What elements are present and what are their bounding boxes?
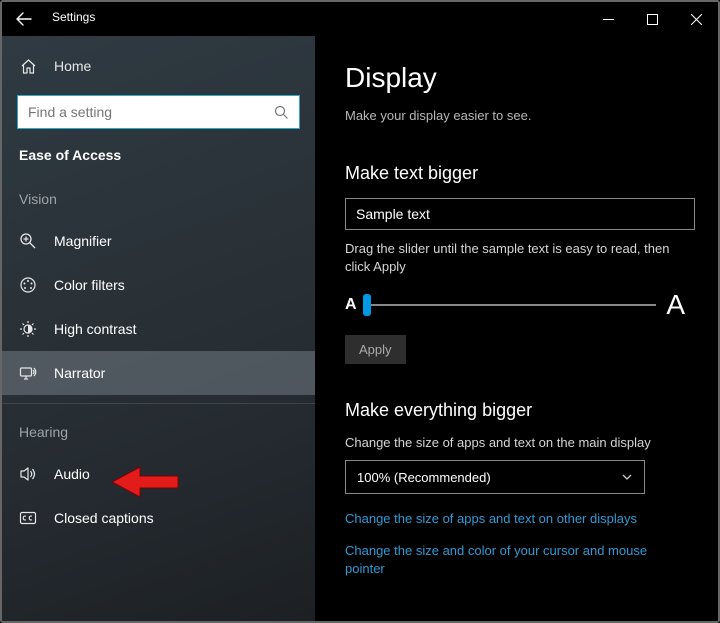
apply-button[interactable]: Apply: [345, 335, 406, 364]
window-title: Settings: [52, 10, 95, 24]
sidebar-section-title: Ease of Access: [2, 129, 315, 163]
sidebar-item-magnifier[interactable]: Magnifier: [2, 219, 315, 263]
scale-description: Change the size of apps and text on the …: [345, 435, 696, 450]
dropdown-value: 100% (Recommended): [357, 470, 491, 485]
magnifier-icon: [19, 232, 37, 250]
sidebar-category-hearing: Hearing: [2, 406, 315, 452]
sidebar-divider: [2, 403, 315, 404]
link-other-displays[interactable]: Change the size of apps and text on othe…: [345, 510, 690, 528]
search-container: [17, 95, 300, 129]
slider-min-label: A: [345, 296, 357, 314]
slider-max-label: A: [666, 289, 685, 321]
chevron-down-icon: [621, 471, 633, 483]
text-size-slider[interactable]: [367, 304, 657, 306]
close-icon: [691, 14, 702, 25]
link-cursor-size[interactable]: Change the size and color of your cursor…: [345, 542, 690, 578]
audio-icon: [19, 465, 37, 483]
titlebar-left: Settings: [2, 2, 95, 36]
sidebar-item-label: Home: [54, 58, 91, 74]
slider-thumb[interactable]: [363, 294, 371, 316]
color-filters-icon: [19, 276, 37, 294]
window-body: Home Ease of Access Vision Magnifier: [2, 36, 718, 621]
page-subtitle: Make your display easier to see.: [345, 108, 696, 123]
closed-captions-icon: [19, 509, 37, 527]
annotation-arrow: [110, 464, 180, 500]
window-controls: [586, 2, 718, 36]
slider-help-text: Drag the slider until the sample text is…: [345, 240, 690, 275]
sidebar-item-home[interactable]: Home: [2, 46, 315, 86]
maximize-icon: [647, 14, 658, 25]
sidebar-item-label: Magnifier: [54, 233, 112, 249]
red-arrow-icon: [110, 464, 180, 500]
minimize-icon: [603, 14, 614, 25]
sidebar-item-label: Audio: [54, 466, 90, 482]
page-title: Display: [345, 62, 696, 94]
home-icon: [19, 57, 37, 75]
sidebar-item-label: Narrator: [54, 365, 105, 381]
sidebar-item-color-filters[interactable]: Color filters: [2, 263, 315, 307]
titlebar: Settings: [2, 2, 718, 36]
arrow-left-icon: [16, 11, 32, 27]
text-size-slider-row: A A: [345, 289, 685, 321]
section-heading-everything-bigger: Make everything bigger: [345, 400, 696, 421]
search-icon: [274, 105, 289, 120]
high-contrast-icon: [19, 320, 37, 338]
sidebar-item-label: High contrast: [54, 321, 136, 337]
sample-text-box: Sample text: [345, 198, 695, 230]
sidebar: Home Ease of Access Vision Magnifier: [2, 36, 315, 621]
sidebar-item-label: Color filters: [54, 277, 125, 293]
minimize-button[interactable]: [586, 2, 630, 36]
sidebar-item-narrator[interactable]: Narrator: [2, 351, 315, 395]
sidebar-item-high-contrast[interactable]: High contrast: [2, 307, 315, 351]
sidebar-category-vision: Vision: [2, 163, 315, 219]
maximize-button[interactable]: [630, 2, 674, 36]
display-scale-dropdown[interactable]: 100% (Recommended): [345, 460, 645, 494]
search-field[interactable]: [28, 104, 258, 120]
narrator-icon: [19, 364, 37, 382]
sidebar-item-closed-captions[interactable]: Closed captions: [2, 496, 315, 540]
settings-window: Settings Home: [0, 0, 720, 623]
back-button[interactable]: [2, 2, 46, 36]
content-pane: Display Make your display easier to see.…: [315, 36, 718, 621]
section-heading-text-bigger: Make text bigger: [345, 163, 696, 184]
close-button[interactable]: [674, 2, 718, 36]
sidebar-item-label: Closed captions: [54, 510, 154, 526]
search-input[interactable]: [17, 95, 300, 129]
